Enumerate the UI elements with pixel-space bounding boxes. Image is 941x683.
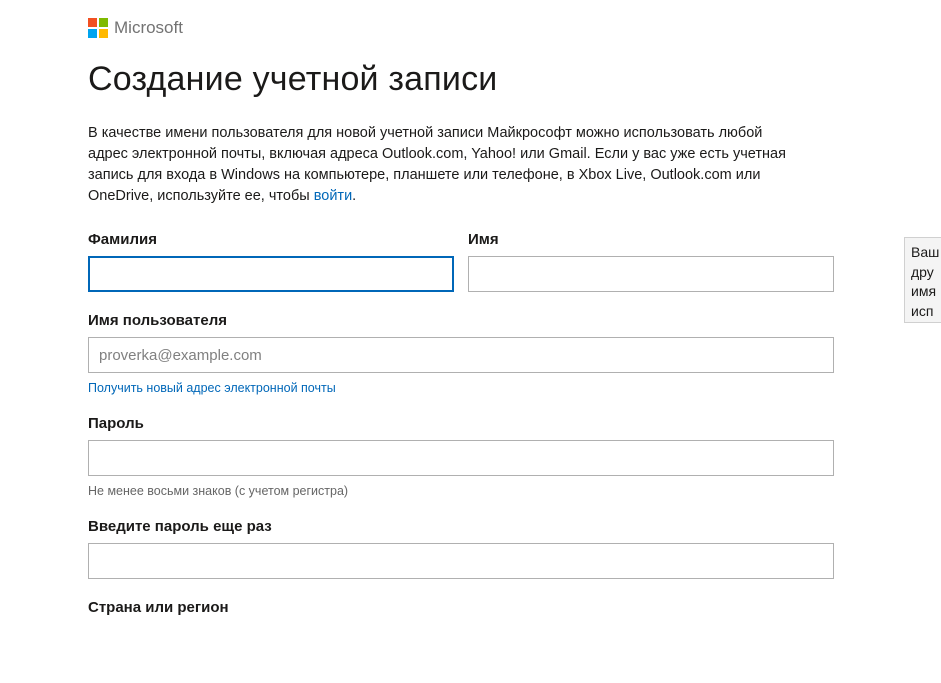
username-input[interactable] [88,337,834,373]
first-name-input[interactable] [468,256,834,292]
first-name-label: Имя [468,231,834,248]
tooltip-line-2: дру [911,263,941,283]
tooltip-partial: Ваш дру имя исп [904,237,941,323]
tooltip-line-1: Ваш [911,243,941,263]
microsoft-logo-icon [88,18,108,38]
header: Microsoft [88,18,848,38]
tooltip-line-3: имя [911,282,941,302]
intro-paragraph: В качестве имени пользователя для новой … [88,123,788,207]
username-label: Имя пользователя [88,312,834,329]
country-label: Страна или регион [88,599,834,616]
intro-text-2: . [352,188,356,204]
password-label: Пароль [88,415,834,432]
password-hint: Не менее восьми знаков (с учетом регистр… [88,484,834,498]
country-group: Страна или регион [88,599,834,624]
page-title: Создание учетной записи [88,60,848,99]
first-name-group: Имя [468,231,834,292]
get-new-email-link[interactable]: Получить новый адрес электронной почты [88,381,834,395]
confirm-password-label: Введите пароль еще раз [88,518,834,535]
tooltip-line-4: исп [911,302,941,322]
password-input[interactable] [88,440,834,476]
username-group: Имя пользователя Получить новый адрес эл… [88,312,834,395]
signup-page: Microsoft Создание учетной записи В каче… [0,0,848,624]
sign-in-link[interactable]: войти [314,188,352,204]
last-name-input[interactable] [88,256,454,292]
confirm-password-input[interactable] [88,543,834,579]
confirm-password-group: Введите пароль еще раз [88,518,834,579]
brand-name: Microsoft [114,18,183,38]
last-name-label: Фамилия [88,231,454,248]
password-group: Пароль Не менее восьми знаков (с учетом … [88,415,834,498]
name-row: Фамилия Имя [88,231,834,292]
last-name-group: Фамилия [88,231,454,292]
intro-text-1: В качестве имени пользователя для новой … [88,125,786,204]
